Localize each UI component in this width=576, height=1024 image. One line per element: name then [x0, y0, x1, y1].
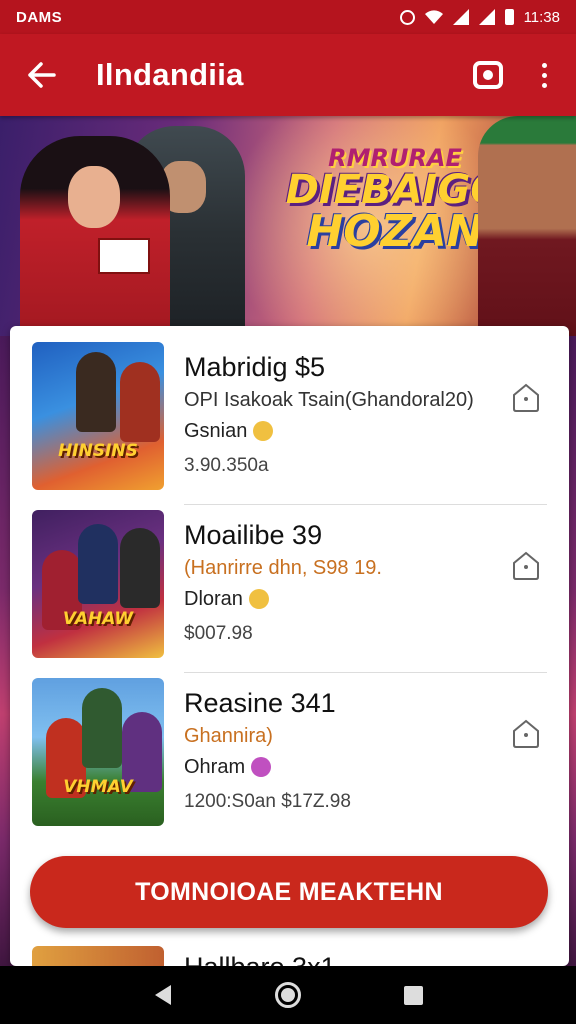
more-options-button[interactable] [534, 55, 554, 95]
item-price: 3.90.350a [184, 455, 269, 476]
item-action-button[interactable] [508, 548, 544, 584]
banner-character-man [478, 116, 576, 336]
item-action-button[interactable] [508, 380, 544, 416]
list-item[interactable]: VAHAW Moailibe 39 (Hanrirre dhn, S98 19.… [10, 494, 569, 662]
wifi-icon [424, 10, 443, 24]
nav-back-button[interactable] [143, 975, 183, 1015]
tag-icon [513, 383, 539, 412]
status-time: 11:38 [523, 8, 560, 26]
item-subtitle: OPI Isakoak Tsain(Ghandoral20) [184, 389, 474, 411]
status-bar: DAMS 11:38 [0, 0, 576, 34]
back-button[interactable] [22, 55, 62, 95]
nav-home-button[interactable] [268, 975, 308, 1015]
camera-button[interactable] [468, 55, 508, 95]
system-nav-bar [0, 966, 576, 1024]
arrow-left-icon [28, 62, 56, 88]
signal-icon [478, 9, 495, 25]
item-thumbnail [32, 946, 164, 966]
status-icons: 11:38 [399, 8, 560, 26]
primary-action-button[interactable]: TOMNOIOAE MEAKTEHN [30, 856, 548, 928]
item-meta-label: Gsnian [184, 420, 248, 442]
status-left-text: DAMS [16, 8, 63, 26]
item-meta-label: Ohram [184, 756, 246, 778]
thumbnail-label: HINSINS [58, 441, 138, 461]
item-thumbnail: VAHAW [32, 510, 164, 658]
item-meta: Ohram [184, 752, 494, 782]
list-item-peek[interactable]: Hallbaro 3x1 [10, 940, 569, 966]
item-subtitle: (Hanrirre dhn, S98 19. [184, 557, 382, 579]
item-title: Mabridig $5 [184, 352, 326, 382]
list-item[interactable]: HINSINS Mabridig $5 OPI Isakoak Tsain(Gh… [10, 326, 569, 494]
home-circle-icon [274, 982, 301, 1008]
banner-title-line2: DIEBAIGO [285, 167, 505, 213]
item-title: Reasine 341 [184, 688, 336, 718]
item-thumbnail: VHMAV [32, 678, 164, 826]
list-item[interactable]: VHMAV Reasine 341 Ghannira) Ohram 1200:S… [10, 662, 569, 830]
item-subtitle: Ghannira) [184, 725, 273, 747]
item-meta: Gsnian [184, 416, 494, 446]
item-meta-label: Dloran [184, 588, 243, 610]
item-meta: Dloran [184, 584, 494, 614]
item-action-button[interactable] [508, 716, 544, 752]
banner-title: RMRURAE DIEBAIGO HOZAN [280, 146, 510, 254]
tag-icon [513, 551, 539, 580]
item-price: 1200:S0an $17Z.98 [184, 791, 351, 812]
app-title: Ilndandiia [96, 57, 244, 92]
thumbnail-label: VAHAW [62, 609, 134, 629]
more-vert-icon [541, 62, 547, 68]
tag-icon [513, 719, 539, 748]
recents-square-icon [403, 985, 423, 1005]
hero-banner[interactable]: RMRURAE DIEBAIGO HOZAN [0, 116, 576, 336]
badge-icon [251, 757, 272, 777]
banner-title-line3: HOZAN [306, 206, 484, 257]
banner-jersey [98, 238, 150, 274]
alarm-icon [399, 9, 415, 25]
smiley-icon [253, 421, 274, 441]
smiley-icon [248, 589, 269, 609]
nav-recents-button[interactable] [393, 975, 433, 1015]
back-triangle-icon [154, 985, 171, 1005]
item-title: Hallbaro 3x1 [184, 950, 336, 966]
signal-icon [452, 9, 469, 25]
item-thumbnail: HINSINS [32, 342, 164, 490]
app-bar: Ilndandiia [0, 34, 576, 116]
thumbnail-label: VHMAV [63, 777, 133, 797]
banner-character-woman [20, 136, 170, 336]
item-title: Moailibe 39 [184, 520, 323, 550]
camera-icon [473, 61, 503, 89]
battery-icon [504, 9, 514, 25]
item-price: $007.98 [184, 623, 253, 644]
